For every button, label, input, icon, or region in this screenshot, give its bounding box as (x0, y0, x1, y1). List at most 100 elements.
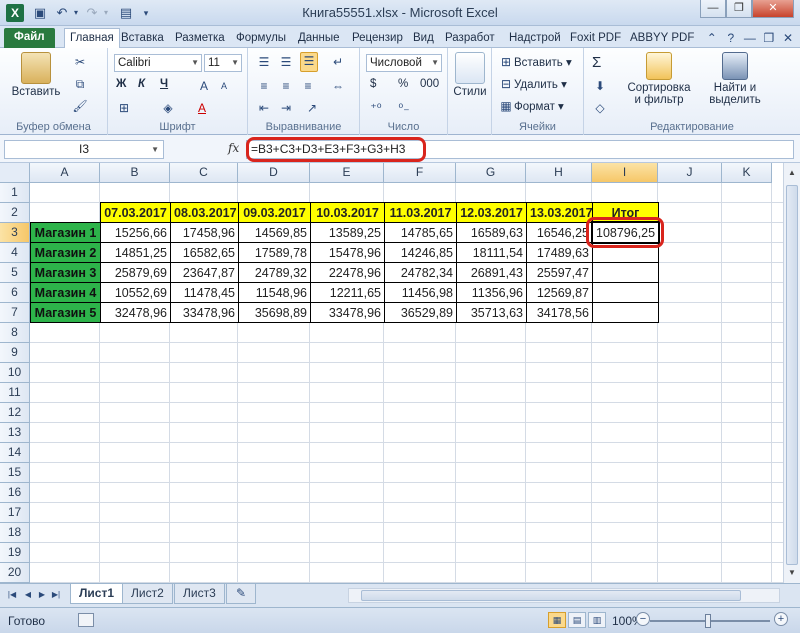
decrease-decimal-button[interactable]: ⁰₋ (396, 100, 412, 116)
name-box[interactable]: I3 ▼ (4, 140, 164, 159)
scroll-up-icon[interactable]: ▲ (784, 165, 800, 181)
sheet-tab-3[interactable]: Лист3 (174, 584, 225, 604)
sort-filter-button[interactable]: Сортировка и фильтр (618, 52, 700, 106)
date-header-cell[interactable]: 11.03.2017 (384, 202, 457, 223)
align-center-button[interactable]: ≡ (278, 78, 294, 94)
value-cell[interactable]: 35713,63 (456, 302, 527, 323)
vertical-scroll-thumb[interactable] (786, 185, 798, 565)
row-header-7[interactable]: 7 (0, 303, 30, 323)
find-select-button[interactable]: Найти и выделить (702, 52, 768, 106)
insert-cells-button[interactable]: ⊞ Вставить ▾ (498, 54, 572, 70)
thousands-button[interactable]: 000 (420, 78, 439, 90)
value-cell[interactable]: 34178,56 (526, 302, 593, 323)
value-cell[interactable]: 24782,34 (384, 262, 457, 283)
zoom-out-button[interactable]: − (636, 612, 650, 626)
minimize-button[interactable]: — (700, 0, 726, 18)
value-cell[interactable]: 23647,87 (170, 262, 239, 283)
select-all-button[interactable] (0, 163, 30, 183)
page-break-view-button[interactable]: ▥ (588, 612, 606, 628)
row-header-14[interactable]: 14 (0, 443, 30, 463)
value-cell[interactable]: 24789,32 (238, 262, 311, 283)
date-header-cell[interactable]: 09.03.2017 (238, 202, 311, 223)
date-header-cell[interactable]: 12.03.2017 (456, 202, 527, 223)
value-cell[interactable]: 25597,47 (526, 262, 593, 283)
date-header-cell[interactable]: 13.03.2017 (526, 202, 593, 223)
last-sheet-icon[interactable]: ▶| (50, 589, 62, 601)
tab-data[interactable]: Данные (293, 29, 345, 48)
row-header-6[interactable]: 6 (0, 283, 30, 303)
value-cell[interactable]: 17589,78 (238, 242, 311, 263)
row-header-1[interactable]: 1 (0, 183, 30, 203)
value-cell[interactable]: 22478,96 (310, 262, 385, 283)
bold-button[interactable]: Ж (116, 78, 126, 90)
format-painter-button[interactable]: 🖌 (72, 98, 88, 114)
align-middle-button[interactable]: ☰ (278, 54, 294, 70)
increase-decimal-button[interactable]: ⁺⁰ (368, 100, 384, 116)
copy-button[interactable]: ⧉ (72, 76, 88, 92)
row-header-18[interactable]: 18 (0, 523, 30, 543)
restore-button[interactable]: ❐ (726, 0, 752, 18)
row-header-15[interactable]: 15 (0, 463, 30, 483)
sheet-tab-2[interactable]: Лист2 (122, 584, 173, 604)
row-header-20[interactable]: 20 (0, 563, 30, 583)
page-layout-view-button[interactable]: ▤ (568, 612, 586, 628)
column-header-i[interactable]: I (592, 163, 658, 183)
tab-file[interactable]: Файл (4, 28, 55, 48)
value-cell[interactable]: 33478,96 (310, 302, 385, 323)
zoom-slider-thumb[interactable] (705, 614, 711, 628)
value-cell[interactable]: 32478,96 (100, 302, 171, 323)
value-cell[interactable]: 18111,54 (456, 242, 527, 263)
value-cell[interactable]: 35698,89 (238, 302, 311, 323)
tab-abbyy-pdf[interactable]: ABBYY PDF (625, 29, 699, 48)
value-cell[interactable]: 14246,85 (384, 242, 457, 263)
total-empty-cell[interactable] (592, 262, 659, 283)
column-header-f[interactable]: F (384, 163, 456, 183)
align-bottom-button[interactable]: ☰ (300, 52, 318, 72)
value-cell[interactable]: 17458,96 (170, 222, 239, 243)
value-cell[interactable]: 14851,25 (100, 242, 171, 263)
row-header-4[interactable]: 4 (0, 243, 30, 263)
row-header-12[interactable]: 12 (0, 403, 30, 423)
percent-button[interactable]: % (398, 78, 408, 90)
wrap-text-button[interactable]: ↵ (330, 54, 346, 70)
tab-page-layout[interactable]: Разметка (170, 29, 230, 48)
value-cell[interactable]: 15256,66 (100, 222, 171, 243)
align-right-button[interactable]: ≡ (300, 78, 316, 94)
store-name-cell[interactable]: Магазин 4 (30, 282, 101, 303)
column-header-d[interactable]: D (238, 163, 310, 183)
borders-button[interactable]: ⊞ (116, 100, 132, 116)
format-cells-button[interactable]: ▦ Формат ▾ (498, 98, 564, 114)
insert-function-button[interactable]: fx (228, 141, 239, 155)
tab-foxit-pdf[interactable]: Foxit PDF (565, 29, 626, 48)
font-size-combo[interactable]: 11 ▼ (204, 54, 242, 72)
horizontal-scroll-thumb[interactable] (361, 590, 741, 601)
value-cell[interactable]: 12211,65 (310, 282, 385, 303)
currency-button[interactable]: $ (370, 78, 376, 90)
store-name-cell[interactable]: Магазин 2 (30, 242, 101, 263)
number-format-combo[interactable]: Числовой ▼ (366, 54, 442, 72)
workbook-close-icon[interactable]: ✕ (780, 30, 796, 46)
value-cell[interactable]: 10552,69 (100, 282, 171, 303)
clear-button[interactable]: ◇ (592, 100, 608, 116)
value-cell[interactable]: 11478,45 (170, 282, 239, 303)
row-header-10[interactable]: 10 (0, 363, 30, 383)
styles-button[interactable]: Стили (452, 52, 488, 98)
date-header-cell[interactable]: 07.03.2017 (100, 202, 171, 223)
prev-sheet-icon[interactable]: ◀ (22, 589, 34, 601)
store-name-cell[interactable]: Магазин 5 (30, 302, 101, 323)
value-cell[interactable]: 15478,96 (310, 242, 385, 263)
value-cell[interactable]: 11548,96 (238, 282, 311, 303)
zoom-in-button[interactable]: + (774, 612, 788, 626)
row-header-8[interactable]: 8 (0, 323, 30, 343)
row-header-11[interactable]: 11 (0, 383, 30, 403)
column-header-e[interactable]: E (310, 163, 384, 183)
autosum-button[interactable]: Σ (592, 54, 601, 71)
value-cell[interactable]: 11456,98 (384, 282, 457, 303)
grow-font-button[interactable]: A (196, 78, 212, 94)
workbook-restore-icon[interactable]: ❐ (761, 30, 777, 46)
macro-record-icon[interactable] (78, 613, 94, 627)
column-header-g[interactable]: G (456, 163, 526, 183)
tab-review[interactable]: Рецензир (347, 29, 408, 48)
close-button[interactable]: ✕ (752, 0, 794, 18)
value-cell[interactable]: 13589,25 (310, 222, 385, 243)
